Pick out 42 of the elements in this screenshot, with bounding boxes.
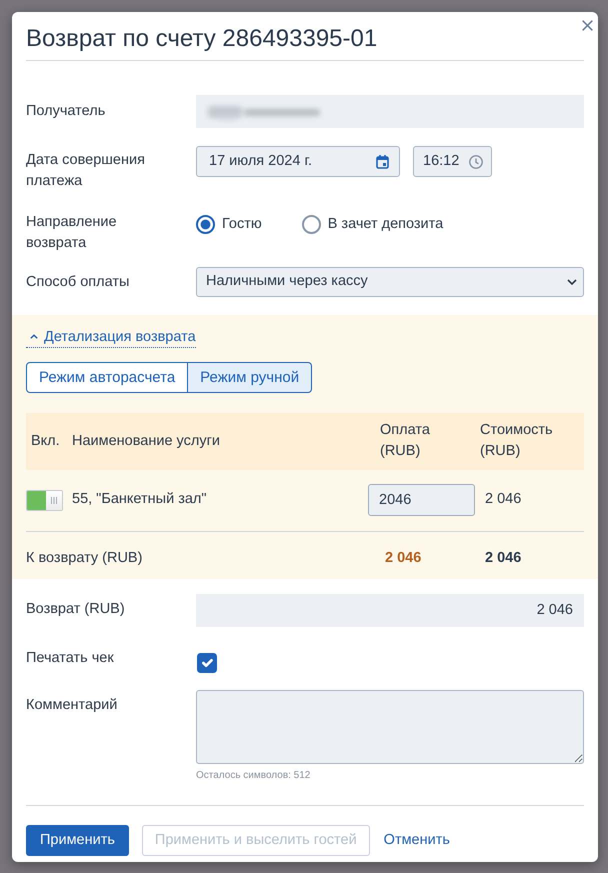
radio-label[interactable]: В зачет депозита <box>328 214 444 236</box>
close-icon <box>582 20 593 31</box>
caret-up-icon <box>30 334 38 339</box>
refund-direction-radio[interactable] <box>196 215 215 234</box>
total-payment-value: 2 046 <box>385 550 422 566</box>
refund-amount-field[interactable]: 2 046 <box>196 594 584 626</box>
total-cost-value: 2 046 <box>485 550 522 566</box>
field-label: Дата совершения платежа <box>26 151 146 191</box>
field-label: Получатель <box>26 102 106 121</box>
comment-field[interactable] <box>196 690 584 764</box>
mode-toggle-button[interactable]: Режим авторасчета <box>26 362 188 392</box>
column-header: Вкл. <box>31 432 60 448</box>
field-label: Направление возврата <box>26 213 118 253</box>
dialog-title: Возврат по счету 286493395-01 <box>26 24 378 54</box>
grip-icon <box>51 496 57 504</box>
field-label: Возврат (RUB) <box>26 600 126 618</box>
calendar-icon <box>376 154 389 168</box>
close-button[interactable] <box>582 20 593 31</box>
radio-label[interactable]: Гостю <box>222 214 262 236</box>
cost-value: 2 046 <box>485 491 522 508</box>
refund-direction-radio[interactable] <box>302 215 321 234</box>
characters-left-hint: Осталось символов: 512 <box>196 768 310 782</box>
toggle-switch[interactable] <box>26 490 63 510</box>
date-field[interactable]: 17 июля 2024 г. <box>196 146 400 177</box>
column-header: Наименование услуги <box>72 432 220 448</box>
cancel-link[interactable]: Отменить <box>382 825 450 856</box>
time-field[interactable]: 16:12 <box>413 146 492 177</box>
payment-input[interactable]: 2046 <box>368 484 475 516</box>
clock-icon <box>469 154 483 168</box>
print-receipt-checkbox[interactable] <box>197 652 217 672</box>
column-header: Стоимость (RUB) <box>480 421 554 461</box>
apply-button[interactable]: Применить <box>26 825 129 856</box>
chevron-down-icon <box>567 279 577 285</box>
details-toggle-link[interactable]: Детализация возврата <box>26 326 196 348</box>
field-label: Печатать чек <box>26 648 115 668</box>
mode-toggle-button[interactable]: Режим ручной <box>188 362 312 392</box>
field-label: Способ оплаты <box>26 273 130 292</box>
service-name: 55, "Банкетный зал" <box>72 491 207 508</box>
total-label: К возврату (RUB) <box>26 550 142 566</box>
column-header: Оплата (RUB) <box>380 421 431 461</box>
field-label: Комментарий <box>26 696 118 714</box>
payment-method-select[interactable]: Наличными через кассу <box>196 267 584 297</box>
